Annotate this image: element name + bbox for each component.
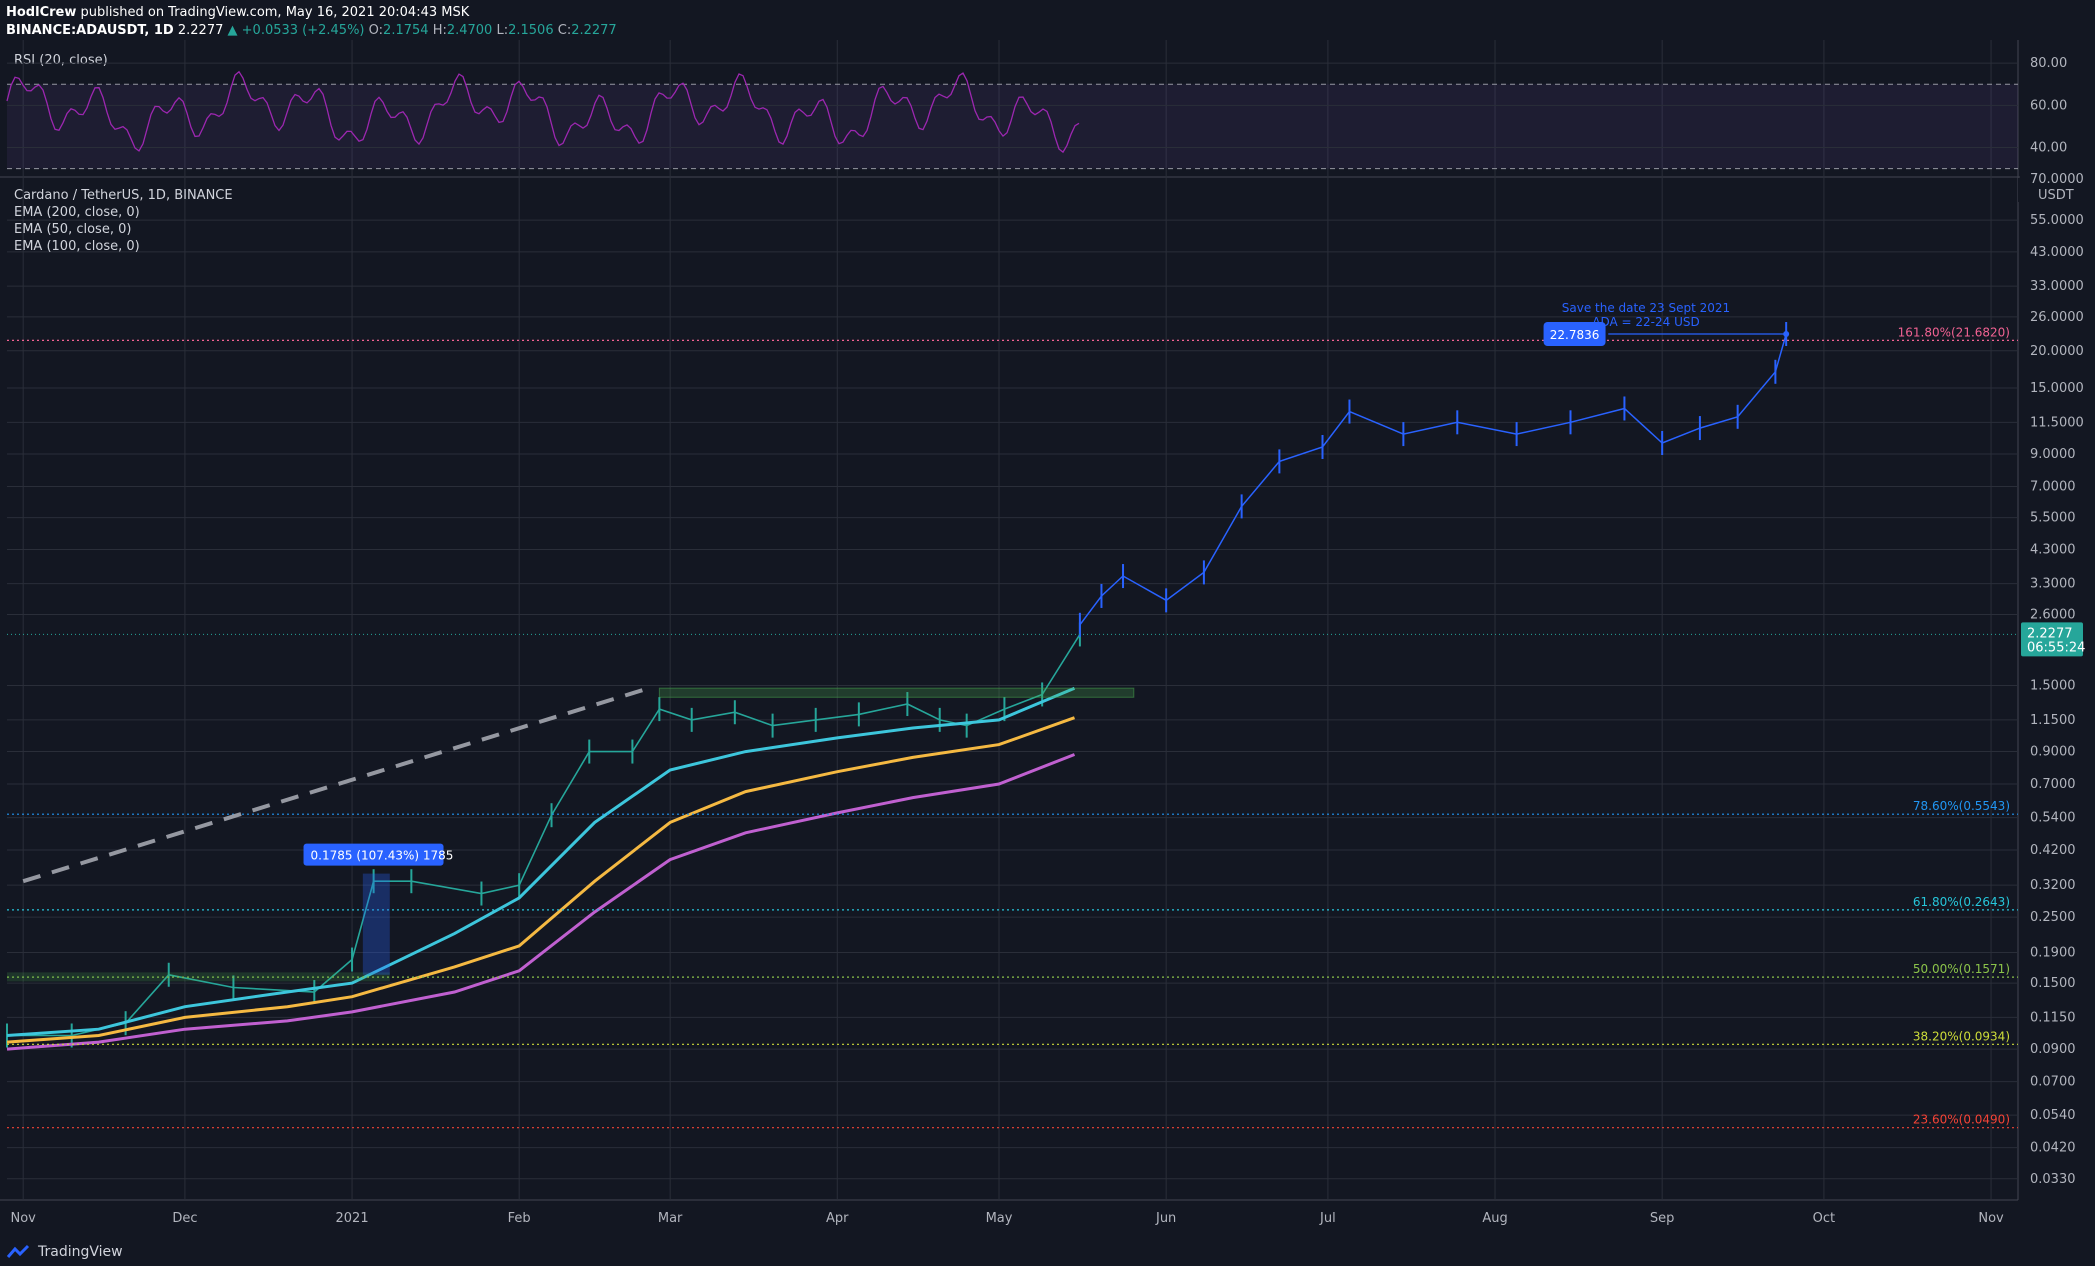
measure-label: 0.1785 (107.43%) 1785 <box>311 849 454 863</box>
grid-lines <box>0 40 2020 1201</box>
time-tick-label: Apr <box>826 1211 849 1226</box>
currency-label: USDT <box>2038 188 2074 203</box>
current-price-label: 2.2277 <box>2027 626 2073 641</box>
price-tick-label: 0.5400 <box>2030 811 2076 826</box>
support-box <box>7 972 390 982</box>
price-tick-label: 33.0000 <box>2030 279 2084 294</box>
fib-level-label: 161.80%(21.6820) <box>1898 325 2010 339</box>
resistance-box <box>658 687 1135 698</box>
indicator-ema200: EMA (200, close, 0) <box>14 205 140 220</box>
price-tick-label: 3.3000 <box>2030 577 2076 592</box>
fib-level-label: 61.80%(0.2643) <box>1913 895 2010 909</box>
price-tick-label: 0.1900 <box>2030 946 2076 961</box>
price-tick-label: 55.0000 <box>2030 213 2084 228</box>
price-tick-label: 2.6000 <box>2030 607 2076 622</box>
rsi-label: RSI (20, close) <box>14 53 108 68</box>
time-tick-label: Dec <box>172 1211 197 1226</box>
time-tick-label: Sep <box>1650 1211 1675 1226</box>
price-tick-label: 0.1150 <box>2030 1010 2076 1025</box>
pane-title: Cardano / TetherUS, 1D, BINANCE <box>14 188 233 203</box>
price-tick-label: 0.9000 <box>2030 745 2076 760</box>
rsi-tick-label: 80.00 <box>2030 56 2067 71</box>
price-tick-label: 0.0420 <box>2030 1141 2076 1156</box>
rsi-tick-label: 60.00 <box>2030 98 2067 113</box>
price-tick-label: 0.7000 <box>2030 777 2076 792</box>
time-tick-label: Nov <box>1978 1211 2004 1226</box>
price-tick-label: 0.0700 <box>2030 1075 2076 1090</box>
price-tick-label: 0.4200 <box>2030 843 2076 858</box>
price-tick-label: 0.1500 <box>2030 976 2076 991</box>
series-line-3 <box>6 753 1076 1051</box>
fib-level-label: 78.60%(0.5543) <box>1913 799 2010 813</box>
price-tick-label: 1.1500 <box>2030 713 2076 728</box>
price-tick-label: 5.5000 <box>2030 511 2076 526</box>
time-tick-label: May <box>986 1211 1013 1226</box>
note-line-2: ADA = 22-24 USD <box>1592 315 1699 329</box>
indicator-ema100: EMA (100, close, 0) <box>14 239 140 254</box>
time-tick-label: Oct <box>1813 1211 1835 1226</box>
price-tick-label: 26.0000 <box>2030 310 2084 325</box>
note-line-1: Save the date 23 Sept 2021 <box>1562 301 1730 315</box>
time-tick-label: Jun <box>1155 1211 1176 1226</box>
rsi-pane[interactable]: RSI (20, close) <box>6 53 2018 170</box>
time-tick-label: Feb <box>508 1211 531 1226</box>
tradingview-logo-icon <box>6 1244 30 1258</box>
price-tick-label: 11.5000 <box>2030 415 2084 430</box>
price-tick-label: 0.3200 <box>2030 878 2076 893</box>
target-label: 22.7836 <box>1550 328 1600 342</box>
rsi-tick-label: 40.00 <box>2030 141 2067 156</box>
time-tick-label: Nov <box>10 1211 36 1226</box>
price-tick-label: 0.0540 <box>2030 1108 2076 1123</box>
series-line-4 <box>1079 333 1787 626</box>
measure-box <box>362 873 390 975</box>
time-tick-label: Aug <box>1482 1211 1507 1226</box>
time-tick-label: 2021 <box>336 1211 369 1226</box>
price-tick-label: 0.2500 <box>2030 910 2076 925</box>
time-axis[interactable]: Nov Dec 2021 Feb Mar Apr May Jun Jul Aug Sep Oct Nov <box>10 1211 2004 1226</box>
price-tick-label: 20.0000 <box>2030 344 2084 359</box>
price-tick-label: 1.5000 <box>2030 679 2076 694</box>
footer-brand: TradingView <box>38 1244 123 1260</box>
price-tick-label: 43.0000 <box>2030 245 2084 260</box>
price-tick-label: 0.0900 <box>2030 1042 2076 1057</box>
countdown-label: 06:55:24 <box>2027 640 2085 655</box>
fib-level-label: 38.20%(0.0934) <box>1913 1029 2010 1043</box>
price-tick-label: 9.0000 <box>2030 447 2076 462</box>
chart-canvas[interactable]: RSI (20, close) Cardano / TetherUS, 1D, … <box>0 0 2095 1266</box>
rsi-clipped-label: 70.0000 <box>2030 172 2084 187</box>
time-tick-label: Jul <box>1319 1211 1336 1226</box>
price-tick-label: 15.0000 <box>2030 381 2084 396</box>
fib-level-label: 23.60%(0.0490) <box>1913 1113 2010 1127</box>
time-tick-label: Mar <box>658 1211 683 1226</box>
indicator-ema50: EMA (50, close, 0) <box>14 222 131 237</box>
fib-level-label: 50.00%(0.1571) <box>1913 962 2010 976</box>
price-tick-label: 7.0000 <box>2030 479 2076 494</box>
price-tick-label: 4.3000 <box>2030 542 2076 557</box>
footer: TradingView <box>6 1244 123 1260</box>
series-line-2 <box>6 716 1076 1044</box>
price-axis[interactable]: USDT 55.0000 43.0000 33.0000 26.0000 20.0000… <box>2018 56 2092 1187</box>
target-point <box>1783 330 1790 337</box>
rsi-band <box>7 84 2018 169</box>
price-tick-label: 0.0330 <box>2030 1172 2076 1187</box>
